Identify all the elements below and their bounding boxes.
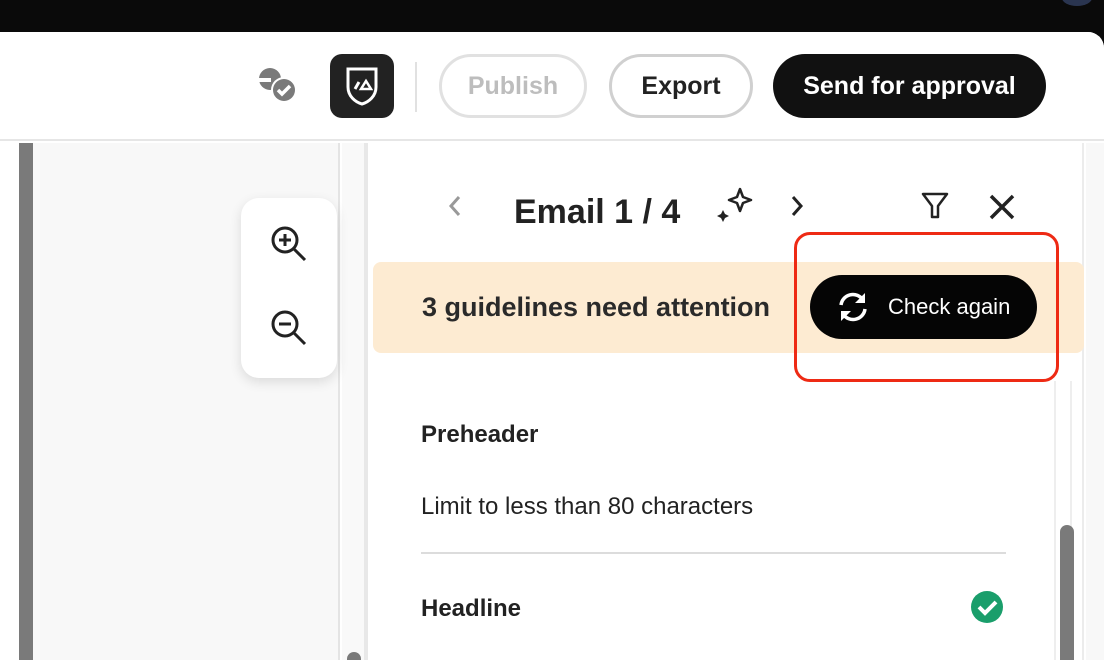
chevron-right-icon[interactable] xyxy=(788,193,806,225)
top-toolbar: Publish Export Send for approval xyxy=(0,32,1104,141)
zoom-in-icon[interactable] xyxy=(269,224,309,264)
filter-icon[interactable] xyxy=(920,191,950,227)
sparkle-icon[interactable] xyxy=(714,185,754,231)
export-button[interactable]: Export xyxy=(609,54,753,118)
left-scrollbar[interactable] xyxy=(19,143,33,660)
send-for-approval-button[interactable]: Send for approval xyxy=(773,54,1046,118)
approvals-icon[interactable] xyxy=(256,66,300,111)
panel-scrollbar-thumb[interactable] xyxy=(1060,525,1074,660)
close-icon[interactable] xyxy=(988,193,1016,227)
guidelines-panel: Email 1 / 4 3 guidelines need attention … xyxy=(372,143,1084,660)
guideline-description: Limit to less than 80 characters xyxy=(421,493,754,520)
brand-shield-icon xyxy=(346,67,378,106)
guideline-name: Headline xyxy=(421,595,522,622)
canvas-gutter xyxy=(342,143,368,660)
highlight-annotation xyxy=(794,232,1059,382)
check-circle-icon xyxy=(970,590,1004,629)
brand-shield-button[interactable] xyxy=(330,54,394,118)
zoom-controls xyxy=(241,198,337,378)
publish-button[interactable]: Publish xyxy=(439,54,587,118)
guideline-divider xyxy=(421,552,1006,554)
canvas-scrollbar-thumb[interactable] xyxy=(347,652,361,660)
email-counter-title: Email 1 / 4 xyxy=(514,193,681,231)
right-edge xyxy=(1086,143,1104,660)
chevron-left-icon[interactable] xyxy=(446,193,464,225)
toolbar-divider xyxy=(415,62,417,112)
user-avatar[interactable] xyxy=(1062,0,1092,6)
attention-text: 3 guidelines need attention xyxy=(422,292,771,322)
guideline-name: Preheader xyxy=(421,421,539,448)
zoom-out-icon[interactable] xyxy=(269,308,309,348)
